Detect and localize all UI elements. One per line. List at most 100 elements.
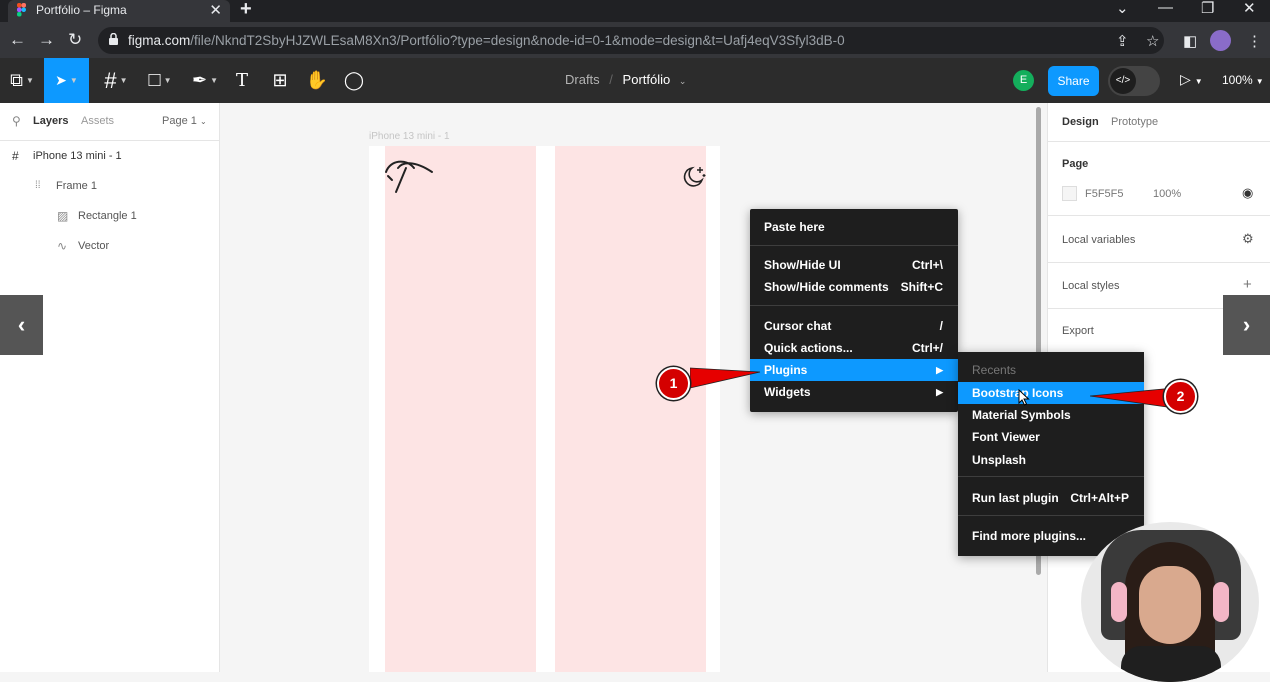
variables-settings-icon[interactable]: ⚙ (1242, 231, 1254, 247)
restore-icon[interactable]: ❐ (1201, 0, 1214, 17)
page-color-value[interactable]: F5F5F5 (1085, 188, 1124, 200)
umbrella-vector-icon[interactable] (384, 158, 436, 196)
url-input[interactable]: figma.com/file/NkndT2SbyHJZWLEsaM8Xn3/Po… (98, 27, 1164, 54)
chevron-down-icon[interactable]: ⌄ (679, 76, 687, 86)
breadcrumb: Drafts / Portfólio ⌄ (565, 72, 686, 87)
lock-icon (109, 33, 118, 45)
vector-icon: ∿ (57, 239, 68, 253)
layer-frame-1[interactable]: Frame 1 (56, 180, 97, 192)
layer-iphone-frame[interactable]: iPhone 13 mini - 1 (33, 150, 122, 162)
autolayout-icon: ⁞⁞ (35, 180, 41, 191)
callout-1: 1 (657, 367, 690, 400)
callout-2-arrow-icon (1090, 387, 1174, 409)
eye-icon[interactable]: ◉ (1242, 185, 1253, 201)
minimize-icon[interactable]: — (1158, 0, 1173, 16)
mouse-cursor-icon (1018, 389, 1030, 406)
tab-close-icon[interactable]: ✕ (209, 1, 222, 19)
export-label: Export (1062, 325, 1094, 337)
frame-tool-icon[interactable]: # ▼ (96, 58, 136, 103)
zoom-dropdown[interactable]: 100% ▼ (1222, 73, 1264, 87)
layers-panel (0, 103, 220, 672)
menu-separator (958, 515, 1144, 516)
breadcrumb-separator: / (609, 72, 613, 87)
present-icon[interactable]: ▷ ▼ (1180, 71, 1203, 88)
resources-icon[interactable]: ⊞ (266, 58, 294, 103)
add-style-icon[interactable]: + (1243, 276, 1252, 293)
menu-item-plugins[interactable]: Plugins ▶ (750, 359, 958, 381)
context-menu: Paste here Show/Hide UI Ctrl+\ Show/Hide … (750, 209, 958, 412)
local-styles-label: Local styles (1062, 280, 1120, 292)
side-panel-icon[interactable]: ◧ (1183, 32, 1197, 50)
pink-column-right[interactable] (555, 146, 706, 672)
menu-item-show-hide-comments[interactable]: Show/Hide comments Shift+C (750, 276, 958, 298)
menu-item-run-last-plugin[interactable]: Run last plugin Ctrl+Alt+P (958, 487, 1144, 509)
menu-item-widgets[interactable]: Widgets ▶ (750, 381, 958, 403)
tab-prototype[interactable]: Prototype (1111, 116, 1158, 128)
next-arrow-icon[interactable]: › (1223, 295, 1270, 355)
move-tool-icon[interactable]: ➤ ▼ (44, 58, 89, 103)
page-select[interactable]: Page 1 ⌄ (162, 115, 207, 127)
plugin-unsplash[interactable]: Unsplash (958, 449, 1144, 471)
figma-logo-icon (17, 3, 26, 17)
previous-arrow-icon[interactable]: ‹ (0, 295, 43, 355)
divider (1048, 141, 1270, 142)
submenu-recents-heading: Recents (972, 363, 1017, 377)
divider (1048, 215, 1270, 216)
menu-separator (750, 245, 958, 246)
local-variables-label: Local variables (1062, 234, 1136, 246)
layer-vector[interactable]: Vector (78, 240, 109, 252)
callout-1-arrow-icon (690, 367, 761, 389)
comment-tool-icon[interactable]: ◯ (340, 58, 368, 103)
menu-item-quick-actions[interactable]: Quick actions... Ctrl+/ (750, 337, 958, 359)
divider (1048, 262, 1270, 263)
page-opacity-value[interactable]: 100% (1153, 188, 1181, 200)
tab-design[interactable]: Design (1062, 116, 1099, 128)
browser-menu-icon[interactable]: ⋮ (1247, 32, 1262, 50)
bookmark-star-icon[interactable]: ☆ (1146, 32, 1159, 50)
main-menu-icon[interactable]: ⧉ ▼ (0, 58, 44, 103)
webcam-overlay (1081, 522, 1259, 682)
pink-column-left[interactable] (385, 146, 536, 672)
hand-tool-icon[interactable]: ✋ (303, 58, 331, 103)
pen-tool-icon[interactable]: ✒ ▼ (185, 58, 225, 103)
menu-item-show-hide-ui[interactable]: Show/Hide UI Ctrl+\ (750, 254, 958, 276)
window-close-icon[interactable]: ✕ (1243, 0, 1256, 17)
tab-assets[interactable]: Assets (81, 115, 114, 127)
plugin-font-viewer[interactable]: Font Viewer (958, 426, 1144, 448)
tab-layers[interactable]: Layers (33, 115, 68, 127)
search-icon[interactable]: ⚲ (12, 114, 21, 128)
browser-tab[interactable]: Portfólio – Figma ✕ (8, 0, 230, 22)
layer-rectangle-1[interactable]: Rectangle 1 (78, 210, 137, 222)
moon-stars-icon[interactable] (681, 165, 707, 189)
tab-title: Portfólio – Figma (36, 3, 127, 17)
code-icon: </> (1110, 68, 1136, 94)
frame-icon: # (12, 149, 19, 163)
breadcrumb-drafts[interactable]: Drafts (565, 72, 600, 87)
file-name[interactable]: Portfólio (623, 72, 671, 87)
dev-mode-toggle[interactable]: </> (1108, 66, 1160, 96)
tab-search-icon[interactable]: ⌄ (1116, 0, 1129, 17)
share-page-icon[interactable]: ⇪ (1116, 32, 1129, 50)
frame-label[interactable]: iPhone 13 mini - 1 (369, 131, 450, 142)
profile-avatar[interactable] (1210, 30, 1231, 51)
menu-separator (958, 476, 1144, 477)
text-tool-icon[interactable]: T (228, 58, 256, 103)
menu-item-paste-here[interactable]: Paste here (750, 216, 958, 238)
back-icon[interactable]: ← (9, 30, 26, 50)
shape-tool-icon[interactable]: □ ▼ (140, 58, 180, 103)
page-color-swatch[interactable] (1062, 186, 1077, 201)
submenu-arrow-icon: ▶ (936, 365, 943, 375)
forward-icon[interactable]: → (38, 30, 55, 50)
avatar[interactable]: E (1013, 70, 1034, 91)
menu-separator (750, 305, 958, 306)
new-tab-icon[interactable]: + (240, 0, 252, 21)
callout-2: 2 (1164, 380, 1197, 413)
url-domain: figma.com (128, 33, 191, 48)
url-path: /file/NkndT2SbyHJZWLEsaM8Xn3/Portfólio?t… (190, 33, 845, 48)
menu-item-cursor-chat[interactable]: Cursor chat / (750, 315, 958, 337)
rectangle-icon: ▨ (57, 209, 69, 223)
page-heading: Page (1062, 158, 1089, 170)
submenu-arrow-icon: ▶ (936, 387, 943, 397)
share-button[interactable]: Share (1048, 66, 1099, 96)
reload-icon[interactable]: ↻ (68, 30, 82, 50)
